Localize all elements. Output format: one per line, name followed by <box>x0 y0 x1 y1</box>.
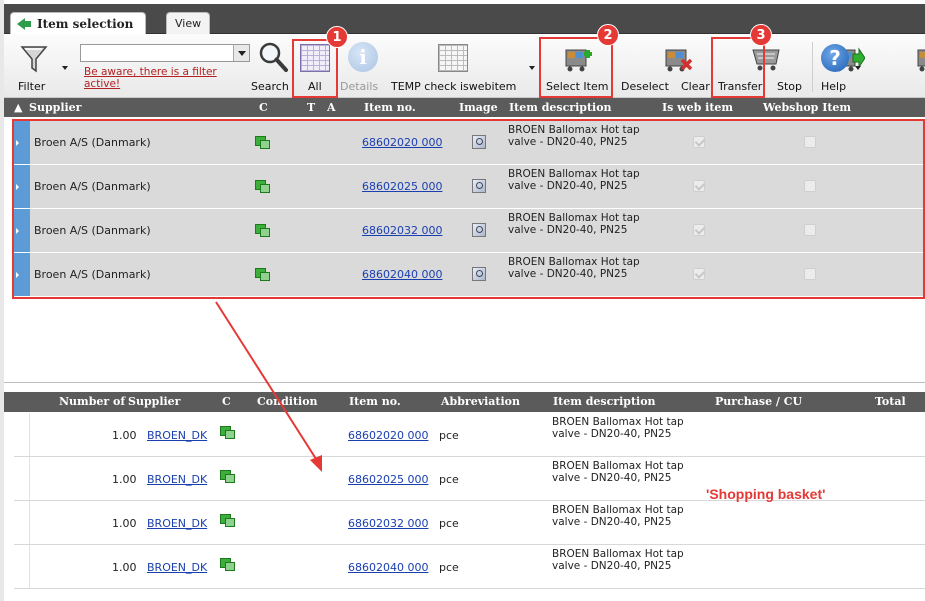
row-marker[interactable] <box>14 545 30 588</box>
cell-abbreviation: pce <box>439 517 459 530</box>
col-item-description[interactable]: Item description <box>509 101 612 114</box>
stop-button-label[interactable]: Stop <box>777 80 802 93</box>
details-button-label: Details <box>340 80 379 93</box>
filter-dropdown-caret-icon[interactable] <box>62 66 68 70</box>
cell-item-no-link[interactable]: 68602040 000 <box>348 561 428 574</box>
col-item-description[interactable]: Item description <box>553 395 656 408</box>
search-input[interactable] <box>81 45 233 61</box>
col-image[interactable]: Image <box>459 101 498 114</box>
col-c[interactable]: C <box>259 101 268 114</box>
stock-icon <box>220 470 235 483</box>
title-bar: Item selection View <box>4 4 925 34</box>
cell-supplier-link[interactable]: BROEN_DK <box>147 429 207 442</box>
temp-dropdown-caret-icon[interactable] <box>529 66 535 70</box>
tab-view[interactable]: View <box>166 12 211 34</box>
deselect-button-label[interactable]: Deselect <box>621 80 669 93</box>
cell-supplier-link[interactable]: BROEN_DK <box>147 473 207 486</box>
lower-grid-header: Number of Supplier C Condition Item no. … <box>4 392 925 412</box>
col-c[interactable]: C <box>222 395 231 408</box>
temp-check-button-label[interactable]: TEMP check iswebitem <box>391 80 516 93</box>
filter-funnel-icon[interactable] <box>20 44 48 74</box>
help-icon[interactable]: ? <box>821 44 849 72</box>
toolbar-separator <box>812 42 813 92</box>
cart-remove-icon[interactable] <box>662 42 694 74</box>
table-row[interactable]: 1.00 BROEN_DK 68602032 000 pce BROEN Bal… <box>14 501 925 545</box>
cell-number-of: 1.00 <box>112 517 137 530</box>
cell-number-of: 1.00 <box>112 561 137 574</box>
info-icon: i <box>348 42 378 72</box>
filter-label[interactable]: Filter <box>18 80 45 93</box>
search-button-label[interactable]: Search <box>251 80 289 93</box>
filter-warning-link[interactable]: Be aware, there is a filter active! <box>84 66 254 90</box>
cell-number-of: 1.00 <box>112 429 137 442</box>
annotation-badge-1: 1 <box>326 26 348 48</box>
cell-description: BROEN Ballomax Hot tap valve - DN20-40, … <box>552 460 684 484</box>
col-condition[interactable]: Condition <box>257 395 318 408</box>
tab-view-label: View <box>175 17 202 30</box>
col-t[interactable]: T <box>307 101 315 114</box>
search-combobox[interactable] <box>80 44 250 62</box>
stop-icon[interactable] <box>916 42 925 74</box>
back-arrow-icon[interactable] <box>17 17 31 30</box>
cell-number-of: 1.00 <box>112 473 137 486</box>
cell-abbreviation: pce <box>439 473 459 486</box>
highlight-select-item-button <box>539 37 613 98</box>
cell-item-no-link[interactable]: 68602032 000 <box>348 517 428 530</box>
stock-icon <box>220 558 235 571</box>
help-dropdown-caret-icon[interactable] <box>855 66 861 70</box>
cell-description: BROEN Ballomax Hot tap valve - DN20-40, … <box>552 416 684 440</box>
table-row[interactable]: 1.00 BROEN_DK 68602040 000 pce BROEN Bal… <box>14 545 925 589</box>
stock-icon <box>220 514 235 527</box>
annotation-badge-3: 3 <box>750 24 772 46</box>
row-marker[interactable] <box>14 501 30 544</box>
col-is-web-item[interactable]: Is web item <box>662 101 733 114</box>
highlight-selected-rows <box>12 119 925 299</box>
table-row[interactable]: 1.00 BROEN_DK 68602020 000 pce BROEN Bal… <box>14 413 925 457</box>
cell-abbreviation: pce <box>439 429 459 442</box>
col-a[interactable]: A <box>327 101 336 114</box>
row-marker[interactable] <box>14 457 30 500</box>
toolbar: Filter Be aware, there is a filter activ… <box>4 34 925 98</box>
cell-description: BROEN Ballomax Hot tap valve - DN20-40, … <box>552 504 684 528</box>
cell-abbreviation: pce <box>439 561 459 574</box>
tab-item-selection-label: Item selection <box>37 16 134 31</box>
tab-item-selection[interactable]: Item selection <box>10 12 147 34</box>
col-supplier[interactable]: Supplier <box>29 101 81 114</box>
pane-divider[interactable] <box>4 382 925 383</box>
magnifier-icon[interactable] <box>256 40 290 74</box>
help-button-label[interactable]: Help <box>821 80 846 93</box>
stock-icon <box>220 426 235 439</box>
col-purchase-cu[interactable]: Purchase / CU <box>715 395 802 408</box>
col-number-of[interactable]: Number of <box>59 395 125 408</box>
highlight-all-button <box>292 39 338 98</box>
upper-grid-header: ▲ Supplier C T A Item no. Image Item des… <box>4 98 925 117</box>
row-marker[interactable] <box>14 413 30 456</box>
col-item-no[interactable]: Item no. <box>349 395 401 408</box>
col-webshop-item[interactable]: Webshop Item <box>763 101 851 114</box>
table-icon[interactable] <box>438 44 468 72</box>
cell-supplier-link[interactable]: BROEN_DK <box>147 561 207 574</box>
annotation-badge-2: 2 <box>597 24 619 46</box>
col-supplier[interactable]: Supplier <box>128 395 180 408</box>
col-abbreviation[interactable]: Abbreviation <box>441 395 520 408</box>
sort-ascending-icon[interactable]: ▲ <box>14 101 22 114</box>
cell-description: BROEN Ballomax Hot tap valve - DN20-40, … <box>552 548 684 572</box>
search-dropdown-button[interactable] <box>233 45 249 61</box>
cell-item-no-link[interactable]: 68602020 000 <box>348 429 428 442</box>
cell-supplier-link[interactable]: BROEN_DK <box>147 517 207 530</box>
cell-item-no-link[interactable]: 68602025 000 <box>348 473 428 486</box>
col-item-no[interactable]: Item no. <box>364 101 416 114</box>
shopping-basket-annotation: 'Shopping basket' <box>706 486 826 502</box>
highlight-transfer-button <box>711 37 765 98</box>
col-total[interactable]: Total <box>875 395 906 408</box>
clear-button-label[interactable]: Clear <box>681 80 710 93</box>
